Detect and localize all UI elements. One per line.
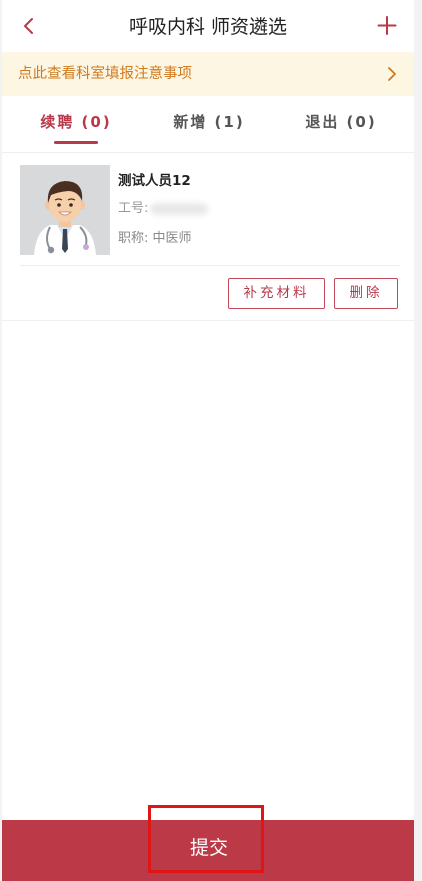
tab-bar: 续聘 (0) 新增 (1) 退出 (0) [2, 96, 414, 153]
chevron-right-icon [388, 67, 396, 81]
job-title-label: 职称: [118, 231, 149, 246]
job-title-value: 中医师 [152, 231, 192, 246]
notice-banner[interactable]: 点此查看科室填报注意事项 [2, 52, 414, 96]
chevron-left-icon [24, 18, 33, 34]
delete-button[interactable]: 删除 [334, 278, 398, 309]
plus-icon [377, 16, 397, 35]
submit-button[interactable]: 提交 [2, 820, 414, 881]
tab-new[interactable]: 新增 (1) [136, 96, 282, 152]
submit-label: 提交 [189, 837, 228, 859]
supplement-materials-button[interactable]: 补充材料 [228, 278, 325, 309]
job-title: 职称: 中医师 [118, 227, 192, 246]
redacted-value [150, 202, 209, 215]
doctor-avatar-icon [20, 165, 110, 255]
top-navbar: 呼吸内科 师资遴选 [2, 0, 414, 52]
avatar [20, 165, 110, 255]
back-button[interactable] [16, 12, 42, 40]
notice-text: 点此查看科室填报注意事项 [18, 66, 192, 82]
staff-name: 测试人员12 [118, 173, 191, 189]
active-tab-indicator [54, 141, 98, 144]
tab-exit[interactable]: 退出 (0) [268, 96, 414, 152]
employee-number-label: 工号: [118, 201, 149, 216]
page-title: 呼吸内科 师资遴选 [128, 16, 288, 38]
add-button[interactable] [374, 12, 400, 40]
employee-number: 工号: [118, 197, 209, 216]
staff-card: 测试人员12 工号: 职称: 中医师 补充材料 删除 [2, 153, 414, 321]
page: 呼吸内科 师资遴选 点此查看科室填报注意事项 续聘 (0) 新增 (1) 退出 … [2, 0, 414, 881]
card-divider [20, 265, 400, 266]
